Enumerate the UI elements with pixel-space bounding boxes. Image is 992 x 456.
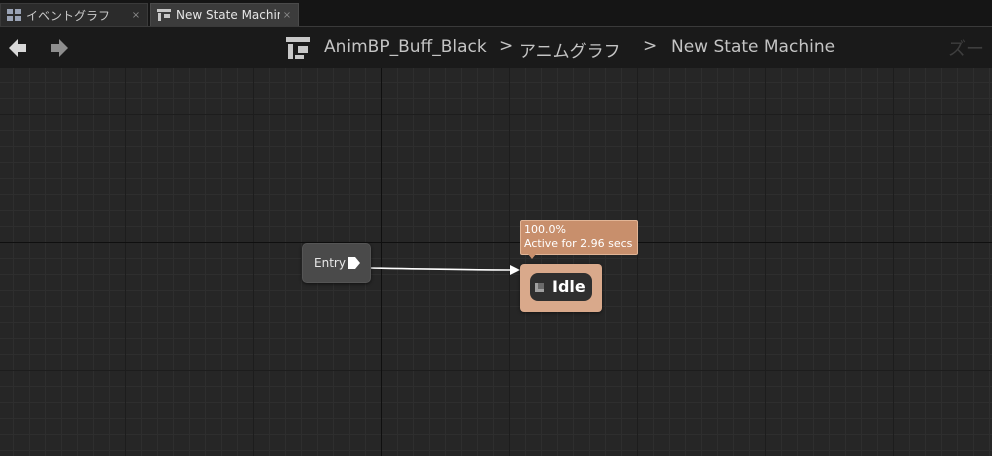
state-machine-icon (286, 37, 310, 59)
event-graph-icon (7, 9, 21, 21)
breadcrumb-bar: AnimBP_Buff_Black > アニムグラフ > New State M… (0, 26, 992, 68)
tab-label: イベントグラフ (26, 8, 111, 23)
breadcrumb-item-state-machine[interactable]: New State Machine (671, 37, 835, 57)
idle-state-node[interactable]: Idle (520, 264, 602, 312)
idle-state-body: Idle (530, 273, 592, 301)
idle-state-label: Idle (552, 277, 586, 296)
tab-new-state-machine[interactable]: New State Machine × (150, 3, 299, 26)
entry-node[interactable]: Entry (302, 243, 371, 283)
active-percent: 100.0% (524, 223, 566, 236)
breadcrumb-item-anim-blueprint[interactable]: AnimBP_Buff_Black (324, 37, 487, 57)
graph-canvas[interactable] (0, 68, 992, 456)
close-icon[interactable]: × (280, 10, 294, 21)
close-icon[interactable]: × (129, 10, 143, 21)
breadcrumb-separator: > (499, 36, 514, 56)
state-status-tooltip: 100.0% Active for 2.96 secs (520, 220, 638, 255)
state-machine-icon (157, 9, 171, 21)
breadcrumb-separator: > (643, 36, 658, 56)
breadcrumb-item-anim-graph[interactable]: アニムグラフ (519, 37, 621, 62)
state-icon (535, 283, 544, 292)
tab-bar: イベントグラフ × New State Machine × (0, 0, 992, 26)
forward-arrow-icon[interactable] (49, 38, 69, 58)
zoom-label: ズー (948, 39, 984, 60)
tab-event-graph[interactable]: イベントグラフ × (0, 3, 148, 26)
entry-node-label: Entry (314, 256, 346, 270)
exec-pin-icon[interactable] (347, 256, 361, 270)
tab-label: New State Machine (176, 8, 280, 22)
back-arrow-icon[interactable] (8, 38, 28, 58)
tooltip-tail (528, 254, 536, 259)
active-duration: Active for 2.96 secs (524, 237, 633, 250)
